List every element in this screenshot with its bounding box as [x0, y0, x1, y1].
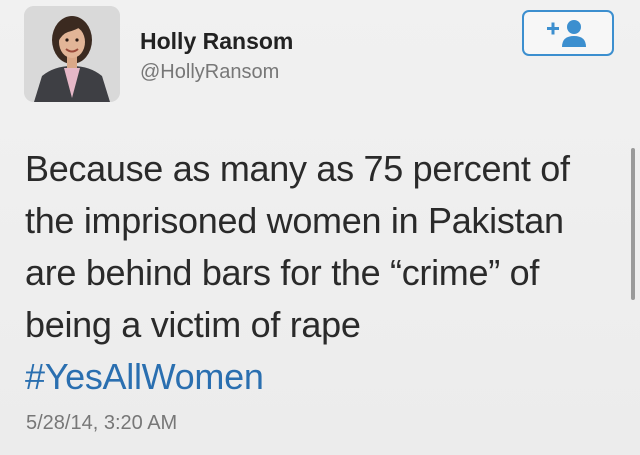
profile-photo-icon	[24, 6, 120, 102]
tweet-text-line: are behind bars for the “crime” of	[25, 252, 540, 293]
tweet-card: Holly Ransom @HollyRansom Because as man…	[0, 0, 640, 455]
tweet-text-line: the imprisoned women in Pakistan	[25, 200, 564, 241]
scrollbar[interactable]	[631, 148, 635, 300]
user-handle[interactable]: @HollyRansom	[140, 61, 279, 84]
avatar[interactable]	[24, 6, 120, 102]
add-user-icon	[547, 20, 586, 47]
user-name[interactable]: Holly Ransom	[140, 28, 293, 55]
tweet-text: Because as many as 75 percent of the imp…	[25, 143, 625, 403]
hashtag-link[interactable]: #YesAllWomen	[25, 351, 625, 403]
tweet-text-line: being a victim of rape	[25, 304, 361, 345]
tweet-timestamp: 5/28/14, 3:20 AM	[26, 412, 178, 434]
follow-button[interactable]	[522, 10, 614, 56]
tweet-text-line: Because as many as 75 percent of	[25, 148, 570, 189]
